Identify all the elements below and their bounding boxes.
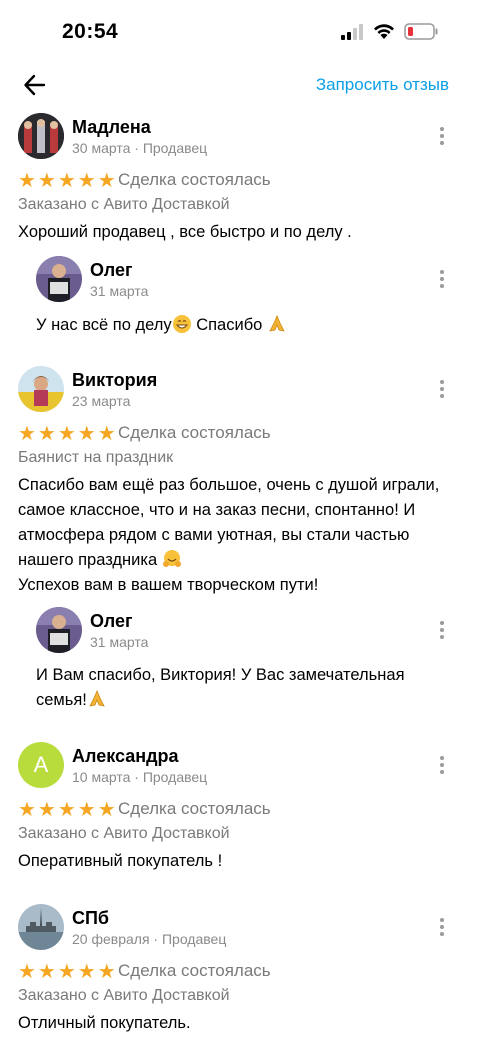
reply-author-name[interactable]: Олег <box>90 260 132 281</box>
deal-status: Сделка состоялась <box>118 170 271 189</box>
review-subtitle: Заказано с Авито Доставкой <box>18 196 230 213</box>
reply-text: И Вам спасибо, Виктория! У Вас замечател… <box>36 663 456 713</box>
more-options-icon[interactable] <box>432 915 452 939</box>
deal-status: Сделка состоялась <box>118 961 271 980</box>
status-bar: 20:54 <box>0 0 480 64</box>
review-subtitle: Заказано с Авито Доставкой <box>18 987 230 1004</box>
more-options-icon[interactable] <box>432 377 452 401</box>
reply-date: 31 марта <box>90 283 149 299</box>
hug-emoji-icon <box>162 550 181 567</box>
avatar[interactable] <box>18 113 64 159</box>
review-item: СПб 20 февраля · Продавец ★★★★★ Сделка с… <box>0 903 480 1040</box>
top-bar: Запросить отзыв <box>0 64 480 108</box>
review-subtitle: Баянист на праздник <box>18 449 174 466</box>
avatar[interactable]: А <box>18 742 64 788</box>
grin-emoji-icon <box>172 315 191 333</box>
review-text-line: самое классное, что и на заказ песни, сп… <box>18 501 416 519</box>
pray-emoji-icon <box>269 314 285 332</box>
reply-more-options-icon[interactable] <box>432 267 452 291</box>
pray-emoji-icon <box>89 689 105 707</box>
review-meta: 10 марта · Продавец <box>72 769 208 785</box>
reply-text-line-with-emoji: семья! <box>36 688 456 713</box>
reply-text-part: У нас всё по делу <box>36 316 172 334</box>
review-item: Мадлена 30 марта · Продавец ★★★★★ Сделка… <box>0 112 480 352</box>
review-text-line: атмосфера рядом с вами уютная, вы стали … <box>18 526 410 544</box>
review-text: Отличный покупатель. <box>18 1014 191 1032</box>
rating-stars: ★★★★★ <box>18 961 118 983</box>
reply-more-options-icon[interactable] <box>432 618 452 642</box>
review-text-line: Спасибо вам ещё раз большое, очень с душ… <box>18 476 440 494</box>
reply-text-line: семья! <box>36 691 87 709</box>
review-text: Оперативный покупатель ! <box>18 852 223 870</box>
avatar[interactable] <box>18 904 64 950</box>
wifi-icon <box>374 24 394 39</box>
review-text-line: нашего праздника <box>18 551 162 569</box>
rating-stars: ★★★★★ <box>18 423 118 445</box>
review-item: Виктория 23 марта ★★★★★ Сделка состоялас… <box>0 365 480 725</box>
reviewer-name[interactable]: Мадлена <box>72 117 151 138</box>
review-subtitle: Заказано с Авито Доставкой <box>18 825 230 842</box>
avatar[interactable] <box>18 366 64 412</box>
request-review-link[interactable]: Запросить отзыв <box>316 75 449 95</box>
back-arrow-icon[interactable] <box>22 72 48 98</box>
reviewer-name[interactable]: Виктория <box>72 370 157 391</box>
more-options-icon[interactable] <box>432 753 452 777</box>
deal-status: Сделка состоялась <box>118 423 271 442</box>
review-meta: 30 марта · Продавец <box>72 140 208 156</box>
reply-text: У нас всё по делу Спасибо <box>36 313 456 338</box>
rating-stars: ★★★★★ <box>18 170 118 192</box>
reviewer-name[interactable]: Александра <box>72 746 179 767</box>
reply-text-line: И Вам спасибо, Виктория! У Вас замечател… <box>36 666 405 684</box>
battery-icon <box>404 23 438 40</box>
status-time: 20:54 <box>62 20 119 43</box>
review-meta: 23 марта <box>72 393 131 409</box>
review-meta: 20 февраля · Продавец <box>72 931 227 947</box>
reply-author-name[interactable]: Олег <box>90 611 132 632</box>
review-text-line-with-emoji: нашего праздника <box>18 548 468 573</box>
review-text-line: Успехов вам в вашем творческом пути! <box>18 576 319 594</box>
rating-stars: ★★★★★ <box>18 799 118 821</box>
signal-icon <box>341 24 363 40</box>
reply-date: 31 марта <box>90 634 149 650</box>
reply-avatar[interactable] <box>36 256 82 302</box>
review-item: А Александра 10 марта · Продавец ★★★★★ С… <box>0 741 480 891</box>
avatar-letter: А <box>33 752 49 777</box>
deal-status: Сделка состоялась <box>118 799 271 818</box>
reply-avatar[interactable] <box>36 607 82 653</box>
review-text: Спасибо вам ещё раз большое, очень с душ… <box>18 473 468 598</box>
review-text: Хороший продавец , все быстро и по делу … <box>18 223 352 241</box>
reply-text-part: Спасибо <box>191 316 267 334</box>
reviewer-name[interactable]: СПб <box>72 908 109 929</box>
more-options-icon[interactable] <box>432 124 452 148</box>
